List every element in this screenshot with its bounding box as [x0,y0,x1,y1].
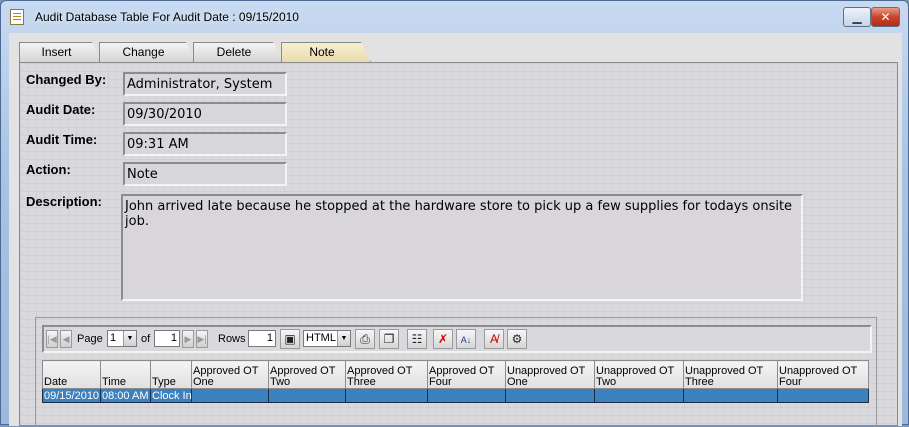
save-button[interactable]: ▣ [280,329,300,349]
page-count-field: 1 [154,330,180,347]
print-button[interactable]: ⎙ [355,329,375,349]
first-page-icon: |◀ [47,334,57,344]
last-page-button[interactable]: ▶| [196,330,208,348]
notepad-icon [10,9,24,25]
cell-unapproved-ot-one [505,388,595,403]
settings-button[interactable]: ⚙ [507,329,527,349]
tab-insert[interactable]: Insert [19,42,102,62]
floppy-disk-icon: ▣ [284,332,296,346]
export-format-select[interactable]: HTML ▼ [303,330,351,347]
page-select[interactable]: 1 ▼ [107,330,137,347]
column-header-unapproved-ot-one[interactable]: Unapproved OT One [505,360,595,389]
prev-page-button[interactable]: ◀ [60,330,72,348]
export-format-value: HTML [306,332,336,344]
properties-icon: ☷ [411,332,423,346]
table-header-row: Date Time Type Approved OT One Approved … [42,360,869,389]
last-page-icon: ▶| [197,334,207,344]
properties-button[interactable]: ☷ [407,329,427,349]
rows-field[interactable]: 1 [248,330,276,347]
cell-approved-ot-three [345,388,428,403]
column-header-time[interactable]: Time [100,360,151,389]
column-header-type[interactable]: Type [150,360,192,389]
cell-unapproved-ot-two [594,388,684,403]
chevron-down-icon: ▼ [337,331,350,346]
audit-date-field[interactable]: 09/30/2010 [123,102,287,126]
first-page-button[interactable]: |◀ [46,330,58,348]
column-header-unapproved-ot-two[interactable]: Unapproved OT Two [594,360,684,389]
clear-filter-button[interactable]: ✗ [433,329,453,349]
cell-approved-ot-one [191,388,269,403]
cell-approved-ot-two [268,388,346,403]
column-header-approved-ot-three[interactable]: Approved OT Three [345,360,428,389]
cell-approved-ot-four [427,388,506,403]
cell-date: 09/15/2010 [42,388,101,403]
column-header-approved-ot-one[interactable]: Approved OT One [191,360,269,389]
clear-filter-icon: ✗ [437,332,449,346]
column-header-date[interactable]: Date [42,360,101,389]
cell-type: Clock In [150,388,192,403]
next-page-button[interactable]: ▶ [182,330,194,348]
window-title: Audit Database Table For Audit Date : 09… [35,10,299,24]
column-header-approved-ot-four[interactable]: Approved OT Four [427,360,506,389]
audit-time-label: Audit Time: [26,132,98,147]
page-select-value: 1 [110,332,117,344]
audit-date-label: Audit Date: [26,102,96,117]
next-page-icon: ▶ [184,334,192,344]
of-label: of [141,333,151,345]
action-label: Action: [26,162,71,177]
close-button[interactable]: ✕ [871,7,900,27]
tab-change[interactable]: Change [99,42,196,62]
audit-window: Audit Database Table For Audit Date : 09… [0,0,909,427]
audit-time-field[interactable]: 09:31 AM [123,132,287,156]
clear-sort-icon: A̸ [489,332,498,346]
copy-icon: ❐ [383,332,395,346]
sort-button[interactable]: A↓ [456,329,476,349]
client-area: Insert Change Delete Note Changed By: Ad… [9,33,902,427]
column-header-approved-ot-two[interactable]: Approved OT Two [268,360,346,389]
column-header-unapproved-ot-four[interactable]: Unapproved OT Four [777,360,869,389]
chevron-down-icon: ▼ [123,331,136,346]
description-field[interactable]: John arrived late because he stopped at … [121,194,803,301]
rows-label: Rows [218,333,246,345]
title-bar[interactable]: Audit Database Table For Audit Date : 09… [1,1,908,33]
minimize-button[interactable]: ▁ [843,7,871,27]
changed-by-label: Changed By: [26,72,107,87]
minimize-icon: ▁ [852,10,862,24]
printer-icon: ⎙ [360,332,370,346]
tab-delete[interactable]: Delete [193,42,283,62]
clear-sort-button[interactable]: A̸ [484,329,504,349]
copy-button[interactable]: ❐ [379,329,399,349]
changed-by-field[interactable]: Administrator, System [123,72,287,96]
action-field[interactable]: Note [123,162,287,186]
audit-grid: |◀ ◀ Page 1 ▼ of 1 ▶ ▶| Rows 1 ▣ HTML ▼ ⎙ … [35,317,877,427]
prev-page-icon: ◀ [62,334,70,344]
audit-table: Date Time Type Approved OT One Approved … [42,360,869,403]
sort-az-icon: A↓ [460,335,472,345]
gear-icon: ⚙ [511,332,523,346]
close-icon: ✕ [880,10,891,24]
tab-note[interactable]: Note [281,42,371,62]
table-row[interactable]: 09/15/2010 08:00 AM Clock In [42,388,869,403]
cell-unapproved-ot-four [777,388,869,403]
cell-unapproved-ot-three [683,388,778,403]
cell-time: 08:00 AM [100,388,151,403]
note-panel: Changed By: Administrator, System Audit … [19,62,898,427]
description-label: Description: [26,194,102,209]
grid-toolbar: |◀ ◀ Page 1 ▼ of 1 ▶ ▶| Rows 1 ▣ HTML ▼ ⎙ … [42,325,872,353]
page-label: Page [77,333,103,345]
column-header-unapproved-ot-three[interactable]: Unapproved OT Three [683,360,778,389]
